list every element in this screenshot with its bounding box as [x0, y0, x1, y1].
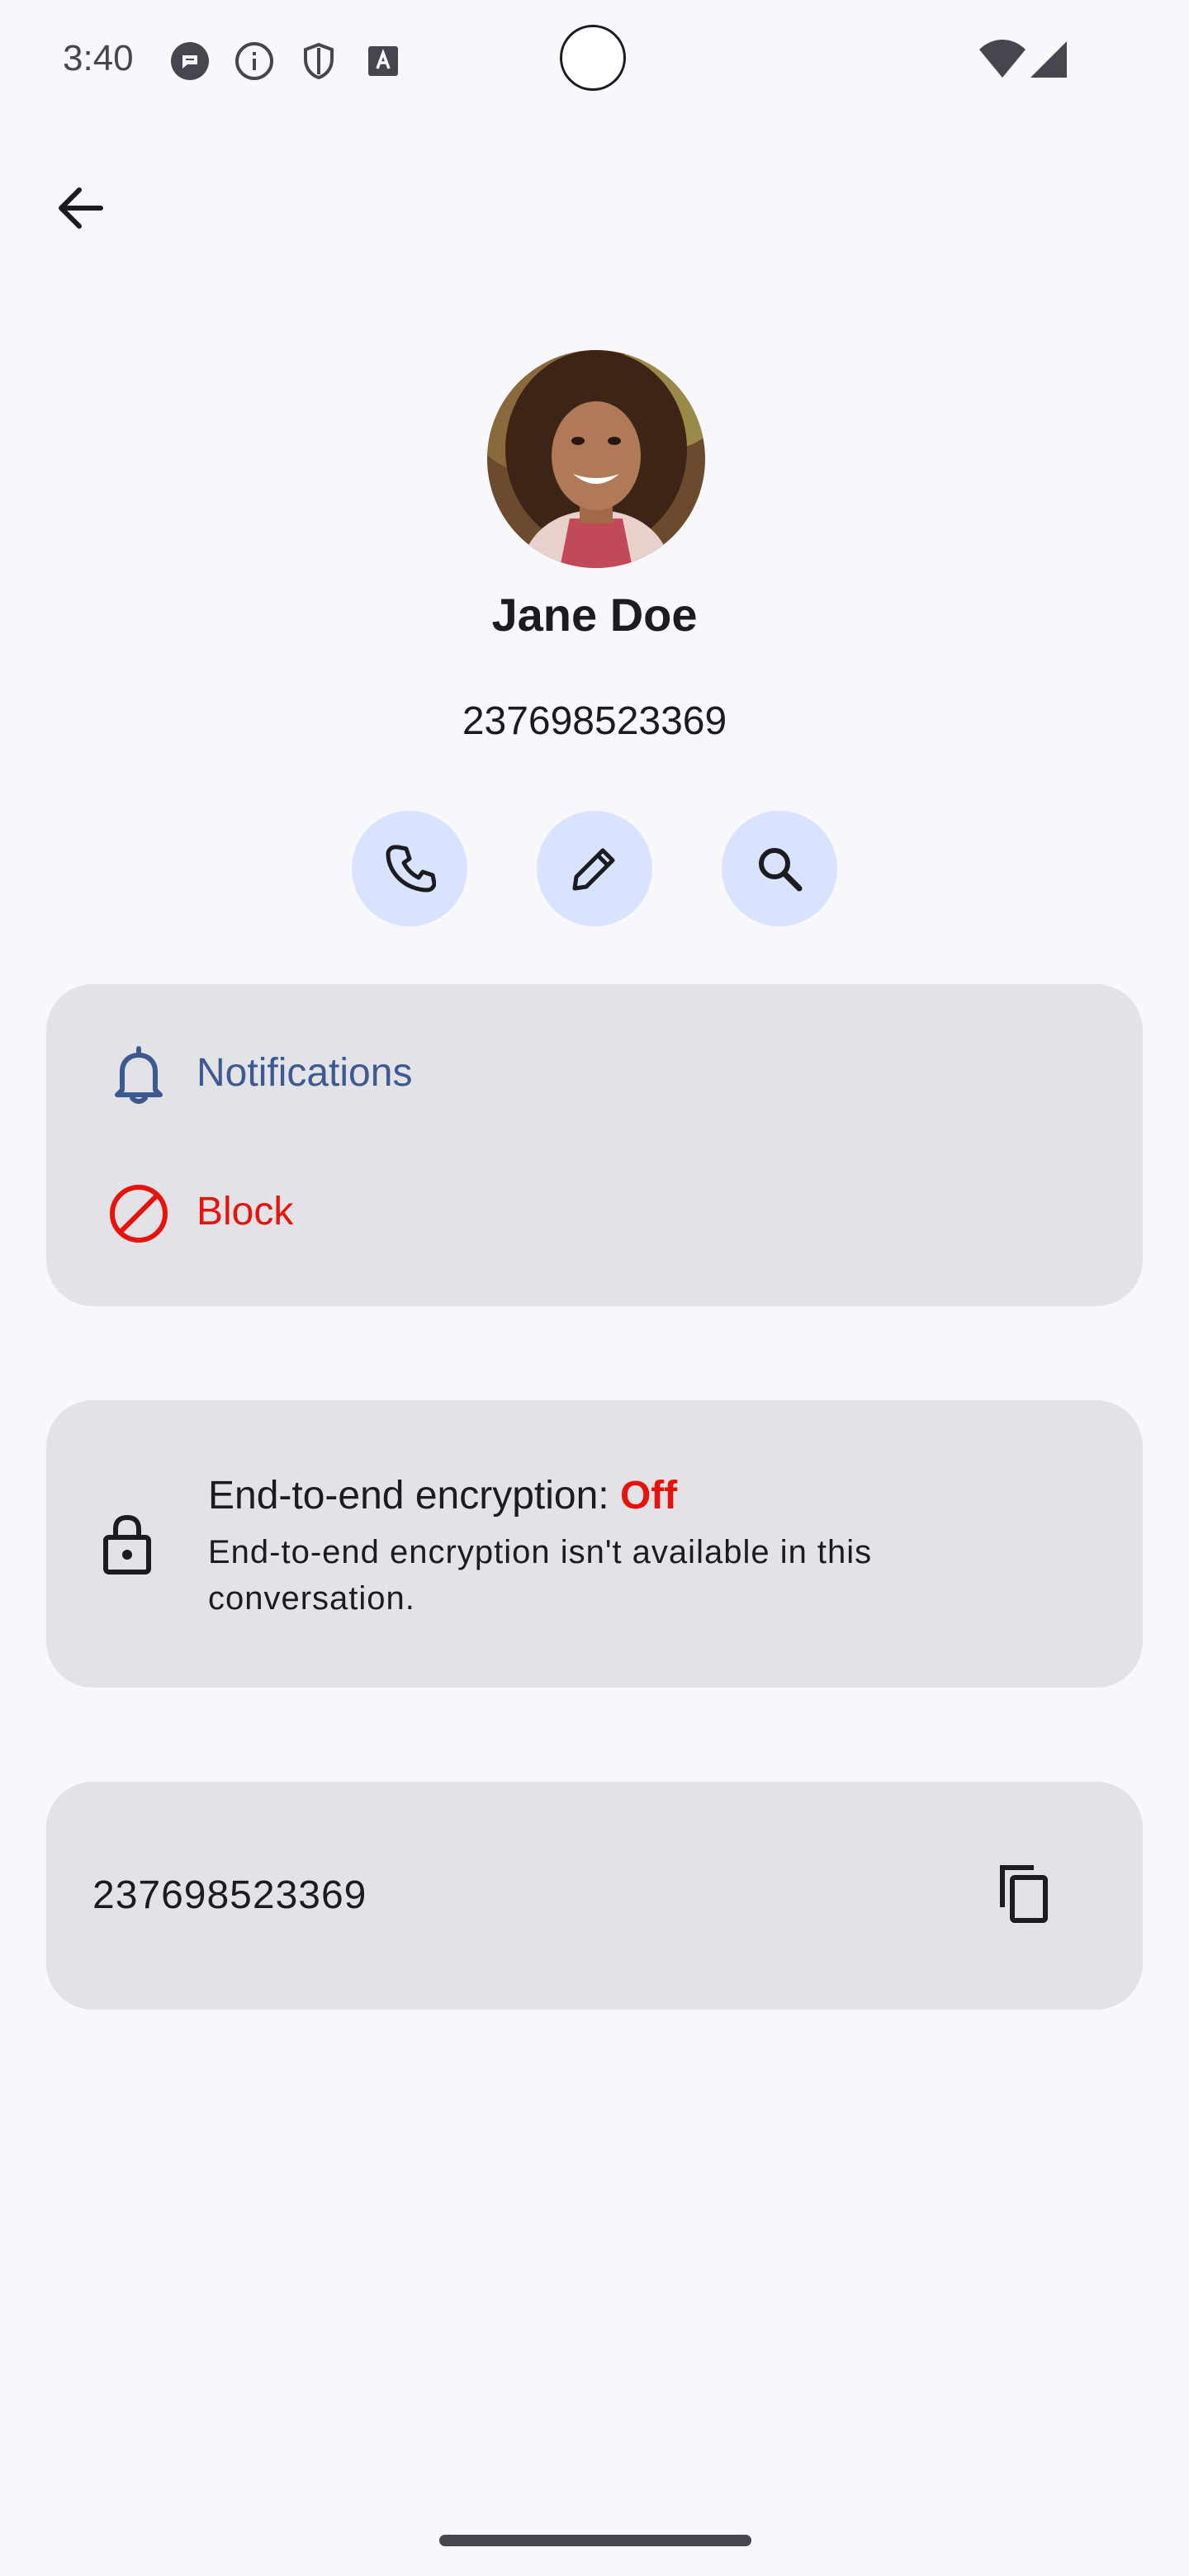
edit-icon [572, 848, 615, 891]
encryption-title-prefix: End-to-end encryption: [208, 1474, 620, 1518]
encryption-status: Off [619, 1474, 678, 1518]
status-time: 3:40 [63, 38, 134, 78]
wifi-icon [979, 40, 1026, 79]
shield-icon [299, 41, 339, 81]
contact-name: Jane Doe [491, 589, 698, 641]
encryption-description: End-to-end encryption isn't available in… [208, 1534, 873, 1617]
copy-button[interactable] [991, 1861, 1057, 1927]
text-a-icon [363, 41, 403, 81]
contact-number: 237698523369 [462, 699, 727, 743]
phone-icon [386, 845, 436, 893]
back-button[interactable] [46, 175, 112, 241]
lock-icon [94, 1511, 160, 1577]
info-icon [234, 41, 274, 81]
avatar [487, 350, 705, 568]
messages-icon [170, 41, 210, 81]
signal-icon [1030, 41, 1067, 78]
arrow-back-icon [59, 187, 103, 229]
encryption-title: End-to-end encryption: Off [208, 1473, 677, 1518]
camera-cutout [560, 25, 626, 91]
call-button[interactable] [352, 811, 467, 926]
home-indicator[interactable] [439, 2535, 751, 2546]
block-label: Block [197, 1190, 294, 1234]
number-value: 237698523369 [92, 1873, 367, 1917]
bell-icon [106, 1042, 172, 1108]
search-icon [759, 848, 803, 892]
notifications-label: Notifications [197, 1051, 413, 1095]
block-icon [106, 1181, 172, 1247]
search-button[interactable] [722, 811, 837, 926]
copy-icon [1000, 1865, 1048, 1923]
edit-contact-button[interactable] [537, 811, 652, 926]
